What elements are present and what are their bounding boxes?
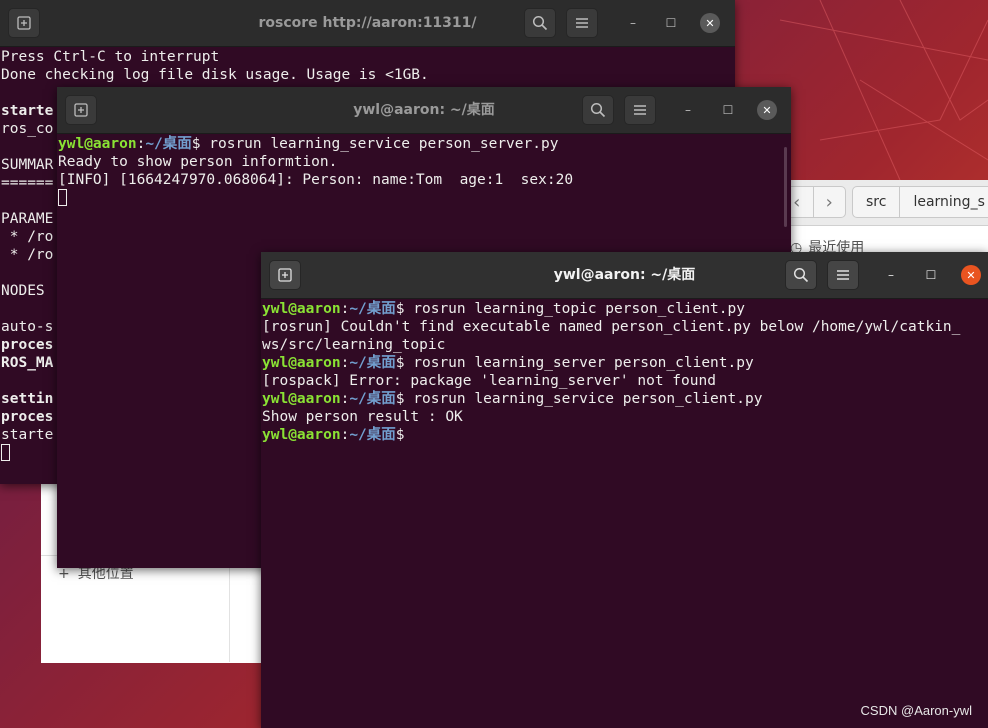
output-line: Show person result : OK — [262, 409, 463, 425]
prompt-line: ywl@aaron:~/桌面$ — [262, 427, 414, 443]
prompt-user: ywl@aaron — [262, 301, 341, 317]
close-icon[interactable]: ✕ — [757, 100, 777, 120]
menu-button[interactable] — [827, 260, 859, 290]
prompt-path: ~/桌面 — [145, 136, 192, 152]
search-icon — [532, 15, 548, 31]
maximize-icon[interactable]: ☐ — [921, 265, 941, 285]
terminal-window-client[interactable]: ywl@aaron: ~/桌面 – ☐ ✕ ywl@aaron:~/桌面$ ro… — [261, 252, 988, 728]
search-button[interactable] — [582, 95, 614, 125]
minimize-icon[interactable]: – — [678, 100, 698, 120]
prompt-path: ~/桌面 — [349, 391, 396, 407]
search-icon — [793, 267, 809, 283]
prompt-path: ~/桌面 — [349, 301, 396, 317]
output-line: [INFO] [1664247970.068064]: Person: name… — [58, 172, 574, 188]
search-button[interactable] — [524, 8, 556, 38]
close-icon[interactable]: ✕ — [961, 265, 981, 285]
minimize-icon[interactable]: – — [881, 265, 901, 285]
prompt-line: ywl@aaron:~/桌面$ rosrun learning_topic pe… — [262, 301, 745, 317]
title-bar[interactable]: ywl@aaron: ~/桌面 – ☐ ✕ — [261, 252, 988, 299]
hamburger-menu-icon — [634, 105, 646, 115]
breadcrumb-item[interactable]: learning_s — [900, 187, 988, 217]
window-title: ywl@aaron: ~/桌面 — [553, 267, 696, 283]
hamburger-menu-icon — [837, 270, 849, 280]
close-icon[interactable]: ✕ — [700, 13, 720, 33]
prompt-path: ~/桌面 — [349, 427, 396, 443]
hamburger-menu-icon — [576, 18, 588, 28]
prompt-user: ywl@aaron — [262, 355, 341, 371]
maximize-icon[interactable]: ☐ — [661, 13, 681, 33]
plus-icon: + — [58, 566, 70, 582]
search-button[interactable] — [785, 260, 817, 290]
minimize-icon[interactable]: – — [623, 13, 643, 33]
scrollbar[interactable] — [784, 147, 787, 227]
file-manager-breadcrumb[interactable]: src learning_s — [852, 186, 988, 218]
title-bar[interactable]: roscore http://aaron:11311/ – ☐ ✕ — [0, 0, 735, 47]
prompt-user: ywl@aaron — [262, 391, 341, 407]
command-text: rosrun learning_service person_client.py — [413, 391, 763, 407]
new-tab-button[interactable] — [269, 260, 301, 290]
prompt-user: ywl@aaron — [58, 136, 137, 152]
new-tab-button[interactable] — [8, 8, 40, 38]
search-icon — [590, 102, 606, 118]
breadcrumb-item[interactable]: src — [853, 187, 901, 217]
new-tab-icon — [278, 268, 292, 282]
prompt-user: ywl@aaron — [262, 427, 341, 443]
new-tab-button[interactable] — [65, 95, 97, 125]
new-tab-icon — [74, 103, 88, 117]
new-tab-icon — [17, 16, 31, 30]
output-line: [rosrun] Couldn't find executable named … — [262, 319, 961, 335]
prompt-line: ywl@aaron:~/桌面$ rosrun learning_service … — [262, 391, 763, 407]
forward-icon[interactable]: › — [814, 187, 846, 217]
text-cursor — [58, 189, 67, 206]
output-line: [rospack] Error: package 'learning_serve… — [262, 373, 716, 389]
menu-button[interactable] — [624, 95, 656, 125]
sidebar-item-label: 其他位置 — [77, 566, 134, 582]
text-cursor — [1, 444, 10, 461]
command-text: rosrun learning_topic person_client.py — [413, 301, 745, 317]
output-line: Ready to show person informtion. — [58, 154, 338, 170]
watermark: CSDN @Aaron-ywl — [860, 703, 972, 718]
command-text: rosrun learning_server person_client.py — [413, 355, 754, 371]
terminal-output[interactable]: ywl@aaron:~/桌面$ rosrun learning_topic pe… — [261, 300, 988, 728]
output-line: Press Ctrl-C to interrupt — [1, 49, 220, 65]
command-text: rosrun learning_service person_server.py — [209, 136, 559, 152]
maximize-icon[interactable]: ☐ — [718, 100, 738, 120]
menu-button[interactable] — [566, 8, 598, 38]
output-line: ws/src/learning_topic — [262, 337, 446, 353]
prompt-path: ~/桌面 — [349, 355, 396, 371]
prompt-line: ywl@aaron:~/桌面$ rosrun learning_service … — [58, 136, 559, 152]
prompt-line: ywl@aaron:~/桌面$ rosrun learning_server p… — [262, 355, 754, 371]
cursor-line — [58, 189, 791, 207]
output-line: Done checking log file disk usage. Usage… — [1, 67, 429, 83]
title-bar[interactable]: ywl@aaron: ~/桌面 – ☐ ✕ — [57, 87, 791, 134]
